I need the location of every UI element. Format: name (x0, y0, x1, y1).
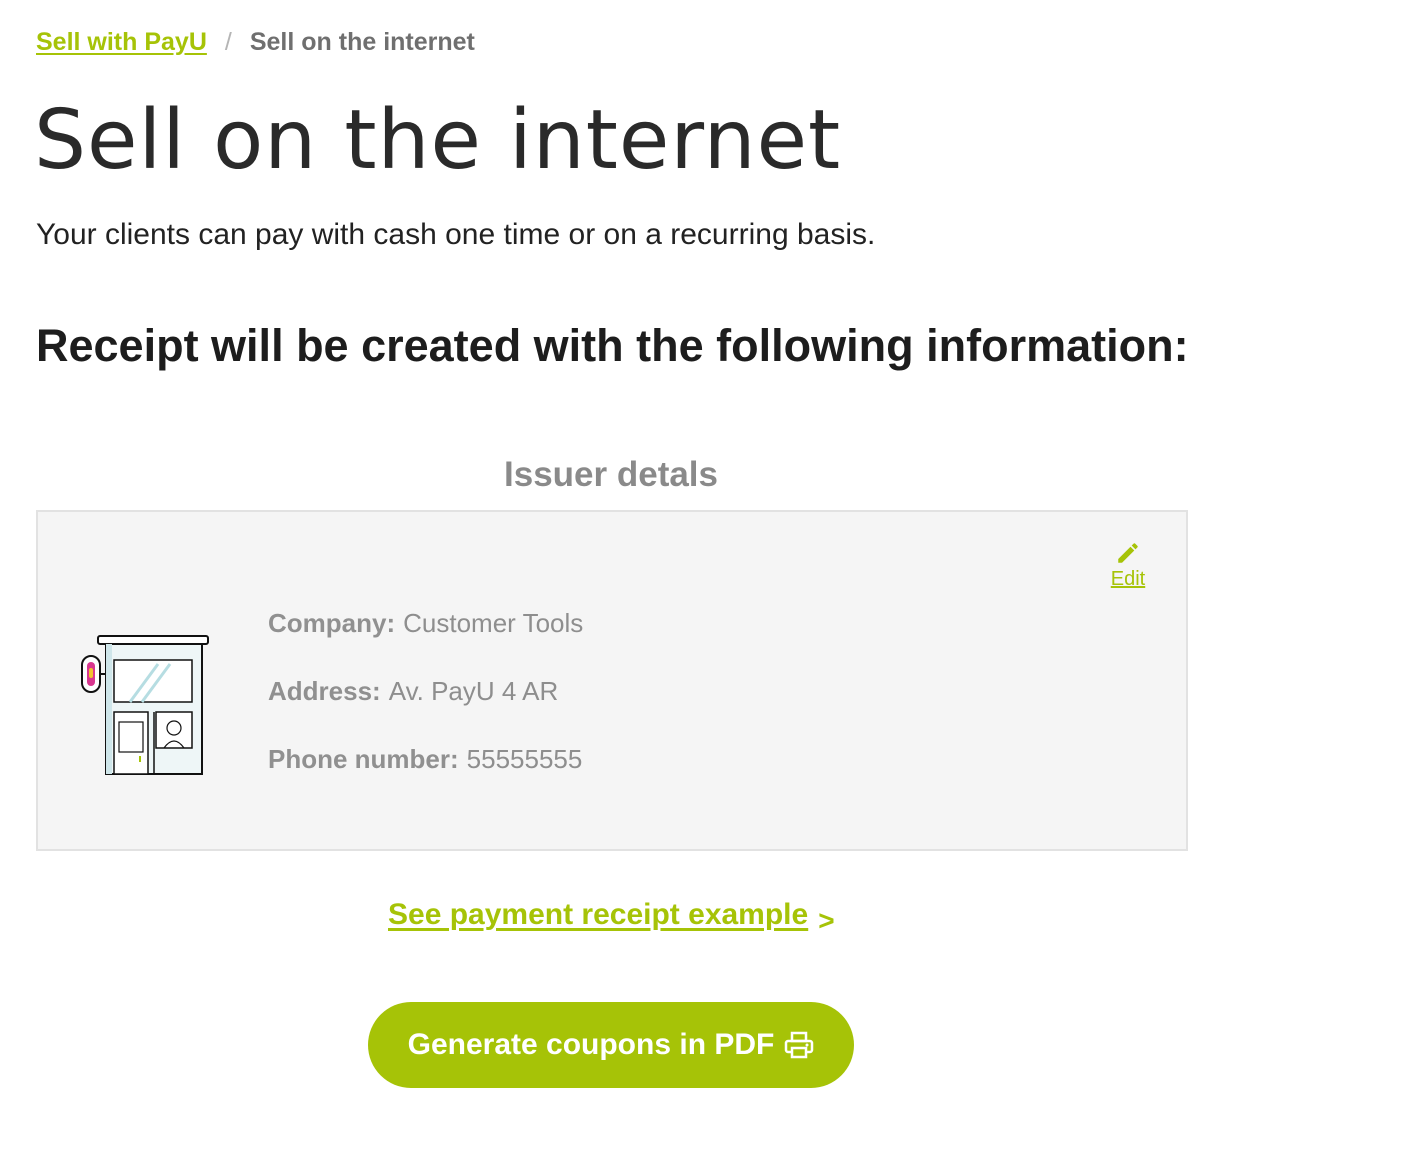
section-title: Receipt will be created with the followi… (36, 320, 1189, 371)
page-title: Sell on the internet (34, 93, 842, 188)
generate-coupons-pdf-button[interactable]: Generate coupons in PDF (368, 1002, 854, 1088)
phone-value: 55555555 (466, 744, 583, 774)
company-value: Customer Tools (403, 608, 584, 638)
page: Sell with PayU / Sell on the internet Se… (0, 0, 1416, 1156)
edit-button[interactable]: Edit (1108, 540, 1148, 591)
payment-receipt-example-link[interactable]: See payment receipt example > (388, 898, 835, 936)
address-row: Address: Av. PayU 4 AR (268, 676, 583, 744)
issuer-details-heading: Issuer detals (504, 455, 718, 494)
chevron-right-icon: > (818, 905, 835, 936)
printer-icon (785, 1031, 814, 1059)
phone-label: Phone number: (268, 744, 459, 774)
pencil-icon (1118, 543, 1138, 563)
issuer-details-card: Edit Company: Customer Tools Address: Av… (36, 510, 1188, 851)
breadcrumb-current: Sell on the internet (249, 28, 475, 56)
generate-button-label: Generate coupons in PDF (407, 1028, 775, 1061)
phone-row: Phone number: 55555555 (268, 744, 583, 812)
issuer-details-list: Company: Customer Tools Address: Av. PayU … (268, 608, 583, 812)
edit-label: Edit (1110, 568, 1146, 590)
breadcrumb: Sell with PayU / Sell on the internet (36, 28, 475, 57)
store-kiosk-illustration (81, 635, 209, 775)
company-label: Company: (268, 608, 396, 638)
breadcrumb-link-sell-with-payu[interactable]: Sell with PayU (36, 28, 207, 57)
address-label: Address: (268, 676, 381, 706)
page-subtitle: Your clients can pay with cash one time … (36, 218, 876, 251)
breadcrumb-separator: / (224, 28, 232, 56)
address-value: Av. PayU 4 AR (388, 676, 559, 706)
receipt-link-label: See payment receipt example (388, 898, 809, 931)
company-row: Company: Customer Tools (268, 608, 583, 676)
